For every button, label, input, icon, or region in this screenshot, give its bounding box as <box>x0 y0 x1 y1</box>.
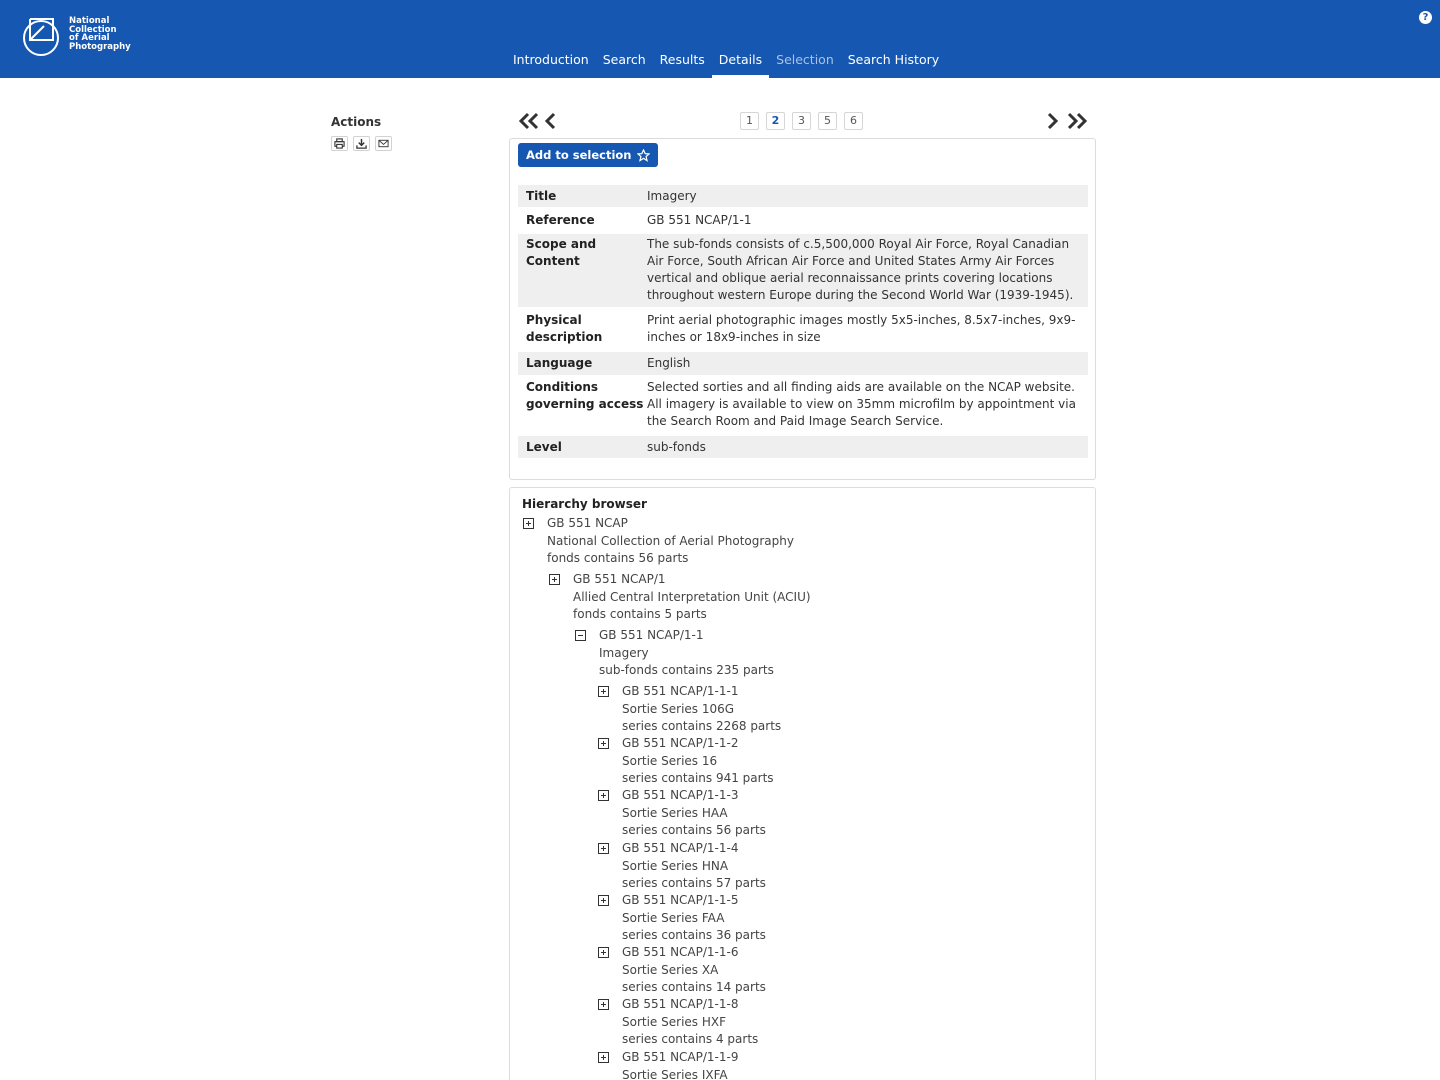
node-title: Sortie Series IXFA <box>622 1067 728 1080</box>
node-title: Sortie Series HAA <box>622 805 728 820</box>
node-info: series contains 56 parts <box>622 823 766 837</box>
details-table: Title Imagery Reference GB 551 NCAP/1-1 … <box>518 185 1088 458</box>
top-header: National Collection of Aerial Photograph… <box>0 0 1440 78</box>
node-ref[interactable]: GB 551 NCAP/1-1-6 <box>622 944 766 962</box>
node-info: series contains 14 parts <box>622 980 766 994</box>
node-ref[interactable]: GB 551 NCAP/1-1 <box>599 627 774 645</box>
node-ref[interactable]: GB 551 NCAP/1-1-3 <box>622 787 766 805</box>
page-5-button[interactable]: 5 <box>818 112 837 130</box>
nav-selection[interactable]: Selection <box>769 44 841 78</box>
node-ref[interactable]: GB 551 NCAP <box>547 515 794 533</box>
node-info: series contains 57 parts <box>622 876 766 890</box>
node-ref[interactable]: GB 551 NCAP/1-1-9 <box>622 1049 738 1067</box>
action-icons <box>331 136 392 151</box>
node-ref[interactable]: GB 551 NCAP/1-1-8 <box>622 996 758 1014</box>
expand-icon[interactable] <box>598 1052 609 1063</box>
node-info: series contains 4 parts <box>622 1032 759 1046</box>
actions-title: Actions <box>331 115 382 129</box>
details-row-language: Language English <box>518 352 1088 375</box>
node-ref[interactable]: GB 551 NCAP/1-1-4 <box>622 840 766 858</box>
node-ref[interactable]: GB 551 NCAP/1-1-5 <box>622 892 766 910</box>
download-icon[interactable] <box>353 136 370 151</box>
node-info: fonds contains 56 parts <box>547 551 689 565</box>
email-icon[interactable] <box>375 136 392 151</box>
tree-node: GB 551 NCAP National Collection of Aeria… <box>523 515 794 568</box>
node-info: series contains 2268 parts <box>622 719 782 733</box>
page-6-button[interactable]: 6 <box>844 112 863 130</box>
tree-node: GB 551 NCAP/1-1-6 Sortie Series XA serie… <box>598 944 766 997</box>
node-info: series contains 36 parts <box>622 928 766 942</box>
ncap-logo[interactable]: National Collection of Aerial Photograph… <box>22 16 131 58</box>
details-row-title: Title Imagery <box>518 185 1088 207</box>
tree-node: GB 551 NCAP/1-1-9 Sortie Series IXFA <box>598 1049 738 1080</box>
node-title: Sortie Series HXF <box>622 1014 726 1029</box>
star-icon <box>636 148 650 162</box>
nav-results[interactable]: Results <box>653 44 712 78</box>
nav-introduction[interactable]: Introduction <box>506 44 596 78</box>
nav-search-history[interactable]: Search History <box>841 44 946 78</box>
node-title: Sortie Series FAA <box>622 910 725 925</box>
node-info: series contains 941 parts <box>622 771 774 785</box>
node-title: Sortie Series XA <box>622 962 719 977</box>
tree-node: GB 551 NCAP/1-1-1 Sortie Series 106G ser… <box>598 683 782 736</box>
tree-node: GB 551 NCAP/1-1-5 Sortie Series FAA seri… <box>598 892 766 945</box>
record-pager: 1 2 3 5 6 <box>516 110 1090 134</box>
expand-icon[interactable] <box>523 518 534 529</box>
details-row-physical-description: Physical description Print aerial photog… <box>526 313 1076 344</box>
details-panel: Add to selection Title Imagery Reference… <box>509 138 1096 480</box>
nav-details[interactable]: Details <box>711 44 770 78</box>
logo-icon <box>23 18 59 56</box>
hierarchy-browser: Hierarchy browser GB 551 NCAP National C… <box>509 487 1096 1080</box>
expand-icon[interactable] <box>598 790 609 801</box>
expand-icon[interactable] <box>549 574 560 585</box>
node-info: fonds contains 5 parts <box>573 607 707 621</box>
add-to-selection-label: Add to selection <box>526 148 632 162</box>
next-page-icon[interactable] <box>1047 112 1059 130</box>
page-2-button[interactable]: 2 <box>766 112 785 130</box>
tree-node: GB 551 NCAP/1-1 Imagery sub-fonds contai… <box>575 627 774 680</box>
tree-node: GB 551 NCAP/1 Allied Central Interpretat… <box>549 571 811 624</box>
tree-node: GB 551 NCAP/1-1-8 Sortie Series HXF seri… <box>598 996 759 1049</box>
node-title: Sortie Series 16 <box>622 753 718 768</box>
first-page-icon[interactable] <box>518 112 540 130</box>
node-title: Sortie Series HNA <box>622 858 729 873</box>
details-row-level: Level sub-fonds <box>518 436 1088 458</box>
hierarchy-title: Hierarchy browser <box>522 497 647 511</box>
node-title: National Collection of Aerial Photograph… <box>547 533 794 548</box>
details-row-conditions: Conditions governing access Selected sor… <box>526 380 1076 428</box>
page-3-button[interactable]: 3 <box>792 112 811 130</box>
node-ref[interactable]: GB 551 NCAP/1 <box>573 571 811 589</box>
main-nav: Introduction Search Results Details Sele… <box>506 44 946 78</box>
add-to-selection-button[interactable]: Add to selection <box>518 143 658 167</box>
expand-icon[interactable] <box>598 999 609 1010</box>
previous-page-icon[interactable] <box>544 112 556 130</box>
tree-node: GB 551 NCAP/1-1-4 Sortie Series HNA seri… <box>598 840 766 893</box>
nav-search[interactable]: Search <box>596 44 653 78</box>
expand-icon[interactable] <box>598 843 609 854</box>
question-icon[interactable]: ? <box>1419 11 1432 24</box>
node-title: Allied Central Interpretation Unit (ACIU… <box>573 589 811 604</box>
node-title: Sortie Series 106G <box>622 701 735 716</box>
page-numbers: 1 2 3 5 6 <box>740 112 863 130</box>
node-info: sub-fonds contains 235 parts <box>599 663 774 677</box>
node-ref[interactable]: GB 551 NCAP/1-1-2 <box>622 735 774 753</box>
details-row-scope: Scope and Content The sub-fonds consists… <box>518 234 1088 307</box>
expand-icon[interactable] <box>598 686 609 697</box>
logo-text: National Collection of Aerial Photograph… <box>69 16 131 52</box>
page-1-button[interactable]: 1 <box>740 112 759 130</box>
print-icon[interactable] <box>331 136 348 151</box>
collapse-icon[interactable] <box>575 630 586 641</box>
expand-icon[interactable] <box>598 738 609 749</box>
last-page-icon[interactable] <box>1066 112 1088 130</box>
tree-node: GB 551 NCAP/1-1-2 Sortie Series 16 serie… <box>598 735 774 788</box>
expand-icon[interactable] <box>598 947 609 958</box>
tree-node: GB 551 NCAP/1-1-3 Sortie Series HAA seri… <box>598 787 766 840</box>
actions-panel: Actions <box>331 115 392 151</box>
details-row-reference: Reference GB 551 NCAP/1-1 <box>526 213 752 227</box>
expand-icon[interactable] <box>598 895 609 906</box>
node-title: Imagery <box>599 645 649 660</box>
node-ref[interactable]: GB 551 NCAP/1-1-1 <box>622 683 781 701</box>
